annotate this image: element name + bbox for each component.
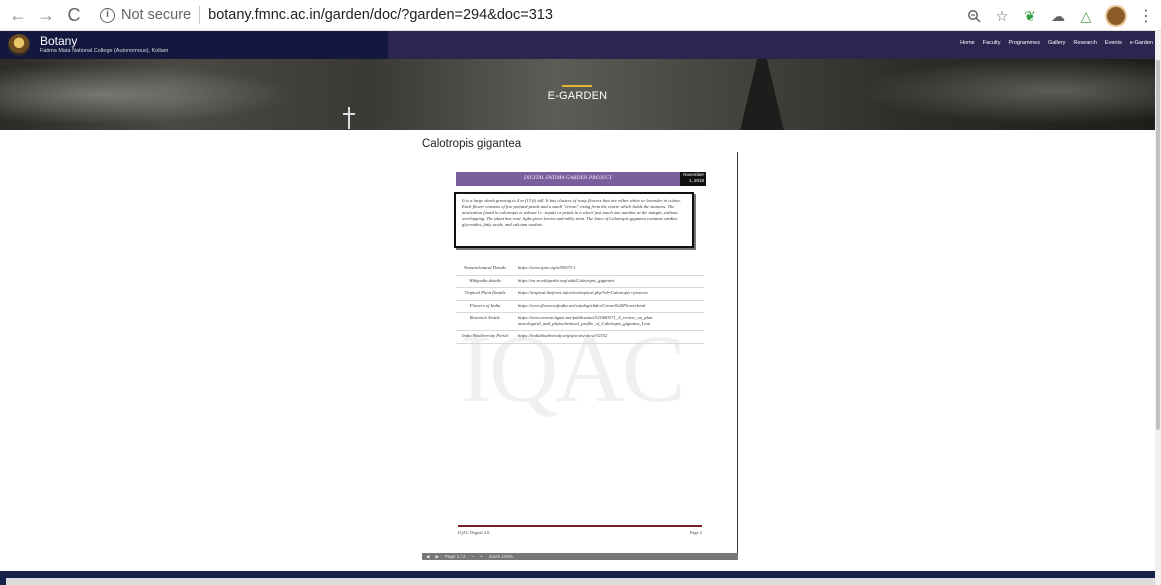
- link-url[interactable]: https://indiabiodiversity.org/species/sh…: [514, 330, 704, 344]
- nav-events[interactable]: Events: [1105, 40, 1122, 46]
- table-row: Nomenclatural Details https://www.ipni.o…: [456, 263, 704, 276]
- table-row: Research Article https://www.researchgat…: [456, 312, 704, 331]
- pdf-description-box: It is a large shrub growing to 4 m (13 f…: [454, 192, 694, 248]
- profile-avatar[interactable]: [1105, 5, 1127, 27]
- link-label: Tropical Plant Details: [456, 287, 514, 301]
- zoom-out-icon[interactable]: −: [471, 554, 474, 559]
- table-row: India Biodiversity Portal https://indiab…: [456, 330, 704, 344]
- pdf-date: November 1, 2019: [680, 172, 706, 186]
- nav-home[interactable]: Home: [960, 40, 975, 46]
- pdf-description: It is a large shrub growing to 4 m (13 f…: [462, 198, 681, 227]
- reload-button[interactable]: C: [64, 5, 84, 25]
- pdf-footer-left: IQAC Digital 2.0: [458, 530, 490, 535]
- info-icon[interactable]: i: [100, 7, 115, 23]
- browser-toolbar: ← → C i Not secure botany.fmnc.ac.in/gar…: [0, 0, 1161, 31]
- pdf-toolbar: ◀ ▶ Page 2 / 2 − + Zoom 100%: [422, 553, 738, 560]
- browser-actions: ☆ ❦ ☁ △ ⋮: [965, 5, 1155, 27]
- link-label: Nomenclatural Details: [456, 263, 514, 276]
- pdf-footer-line: [458, 525, 702, 527]
- url-separator: [199, 6, 201, 24]
- extension-drive-icon[interactable]: △: [1077, 7, 1095, 25]
- link-label: Flowers of India: [456, 300, 514, 313]
- pdf-header-band: DIGITAL FATIMA GARDEN PROJECT: [456, 172, 680, 186]
- main-nav: Home Faculty Programmes Gallery Research…: [960, 40, 1153, 46]
- table-row: Flowers of India https://www.flowersofin…: [456, 300, 704, 313]
- table-row: Wikipedia details https://en.m.wikipedia…: [456, 275, 704, 288]
- link-url[interactable]: https://www.flowersofindia.net/catalog/s…: [514, 300, 704, 313]
- nav-faculty[interactable]: Faculty: [983, 40, 1001, 46]
- zoom-icon[interactable]: [965, 7, 983, 25]
- page-title: Calotropis gigantea: [422, 138, 522, 150]
- link-url[interactable]: https://www.ipni.org/n/95075-1: [514, 263, 704, 276]
- site-header: Botany Fatima Mata National College (Aut…: [0, 31, 1155, 59]
- page-indicator: Page 2 / 2: [444, 554, 466, 559]
- nav-programmes[interactable]: Programmes: [1008, 40, 1039, 46]
- college-logo[interactable]: [8, 34, 30, 56]
- address-bar[interactable]: i Not secure botany.fmnc.ac.in/garden/do…: [100, 4, 980, 26]
- hero-title: E-GARDEN: [547, 90, 608, 102]
- link-url[interactable]: https://en.m.wikipedia.org/wiki/Calotrop…: [514, 275, 704, 288]
- link-label: Research Article: [456, 312, 514, 331]
- brand-title[interactable]: Botany: [40, 35, 168, 47]
- table-row: Tropical Plant Details https://tropical.…: [456, 287, 704, 301]
- link-label: Wikipedia details: [456, 275, 514, 288]
- back-button[interactable]: ←: [8, 5, 28, 25]
- hero-banner: E-GARDEN: [0, 59, 1155, 130]
- pdf-page[interactable]: IQAC DIGITAL FATIMA GARDEN PROJECT Novem…: [446, 163, 716, 543]
- zoom-indicator: Zoom 100%: [488, 554, 514, 559]
- forward-button[interactable]: →: [36, 5, 56, 25]
- pdf-header-title: DIGITAL FATIMA GARDEN PROJECT: [523, 175, 613, 181]
- prev-page-icon[interactable]: ◀: [426, 554, 429, 560]
- pdf-footer-right: Page 2: [689, 530, 702, 535]
- extension-leaf-icon[interactable]: ❦: [1021, 7, 1039, 25]
- pdf-viewer-border: [737, 152, 738, 553]
- link-url[interactable]: https://tropical.theferns.info/viewtropi…: [514, 287, 704, 301]
- horizontal-scrollbar[interactable]: [6, 578, 1155, 585]
- zoom-in-icon[interactable]: +: [480, 554, 483, 559]
- brand[interactable]: Botany Fatima Mata National College (Aut…: [40, 35, 168, 55]
- link-url[interactable]: https://www.researchgate.net/publication…: [514, 312, 704, 331]
- nav-gallery[interactable]: Gallery: [1048, 40, 1065, 46]
- hero-title-accent: [562, 85, 592, 87]
- pdf-links-table: Nomenclatural Details https://www.ipni.o…: [456, 263, 704, 344]
- vertical-scroll-thumb[interactable]: [1156, 60, 1160, 430]
- extension-cloud-icon[interactable]: ☁: [1049, 7, 1067, 25]
- link-label: India Biodiversity Portal: [456, 330, 514, 344]
- menu-kebab-icon[interactable]: ⋮: [1137, 7, 1155, 25]
- url-text[interactable]: botany.fmnc.ac.in/garden/doc/?garden=294…: [208, 7, 553, 23]
- nav-e-garden[interactable]: e-Garden: [1130, 40, 1153, 46]
- hero-cross: [343, 107, 355, 129]
- brand-subtitle: Fatima Mata National College (Autonomous…: [40, 48, 169, 54]
- next-page-icon[interactable]: ▶: [435, 554, 438, 560]
- security-label: Not secure: [121, 7, 192, 23]
- bookmark-star-icon[interactable]: ☆: [993, 7, 1011, 25]
- nav-research[interactable]: Research: [1073, 40, 1097, 46]
